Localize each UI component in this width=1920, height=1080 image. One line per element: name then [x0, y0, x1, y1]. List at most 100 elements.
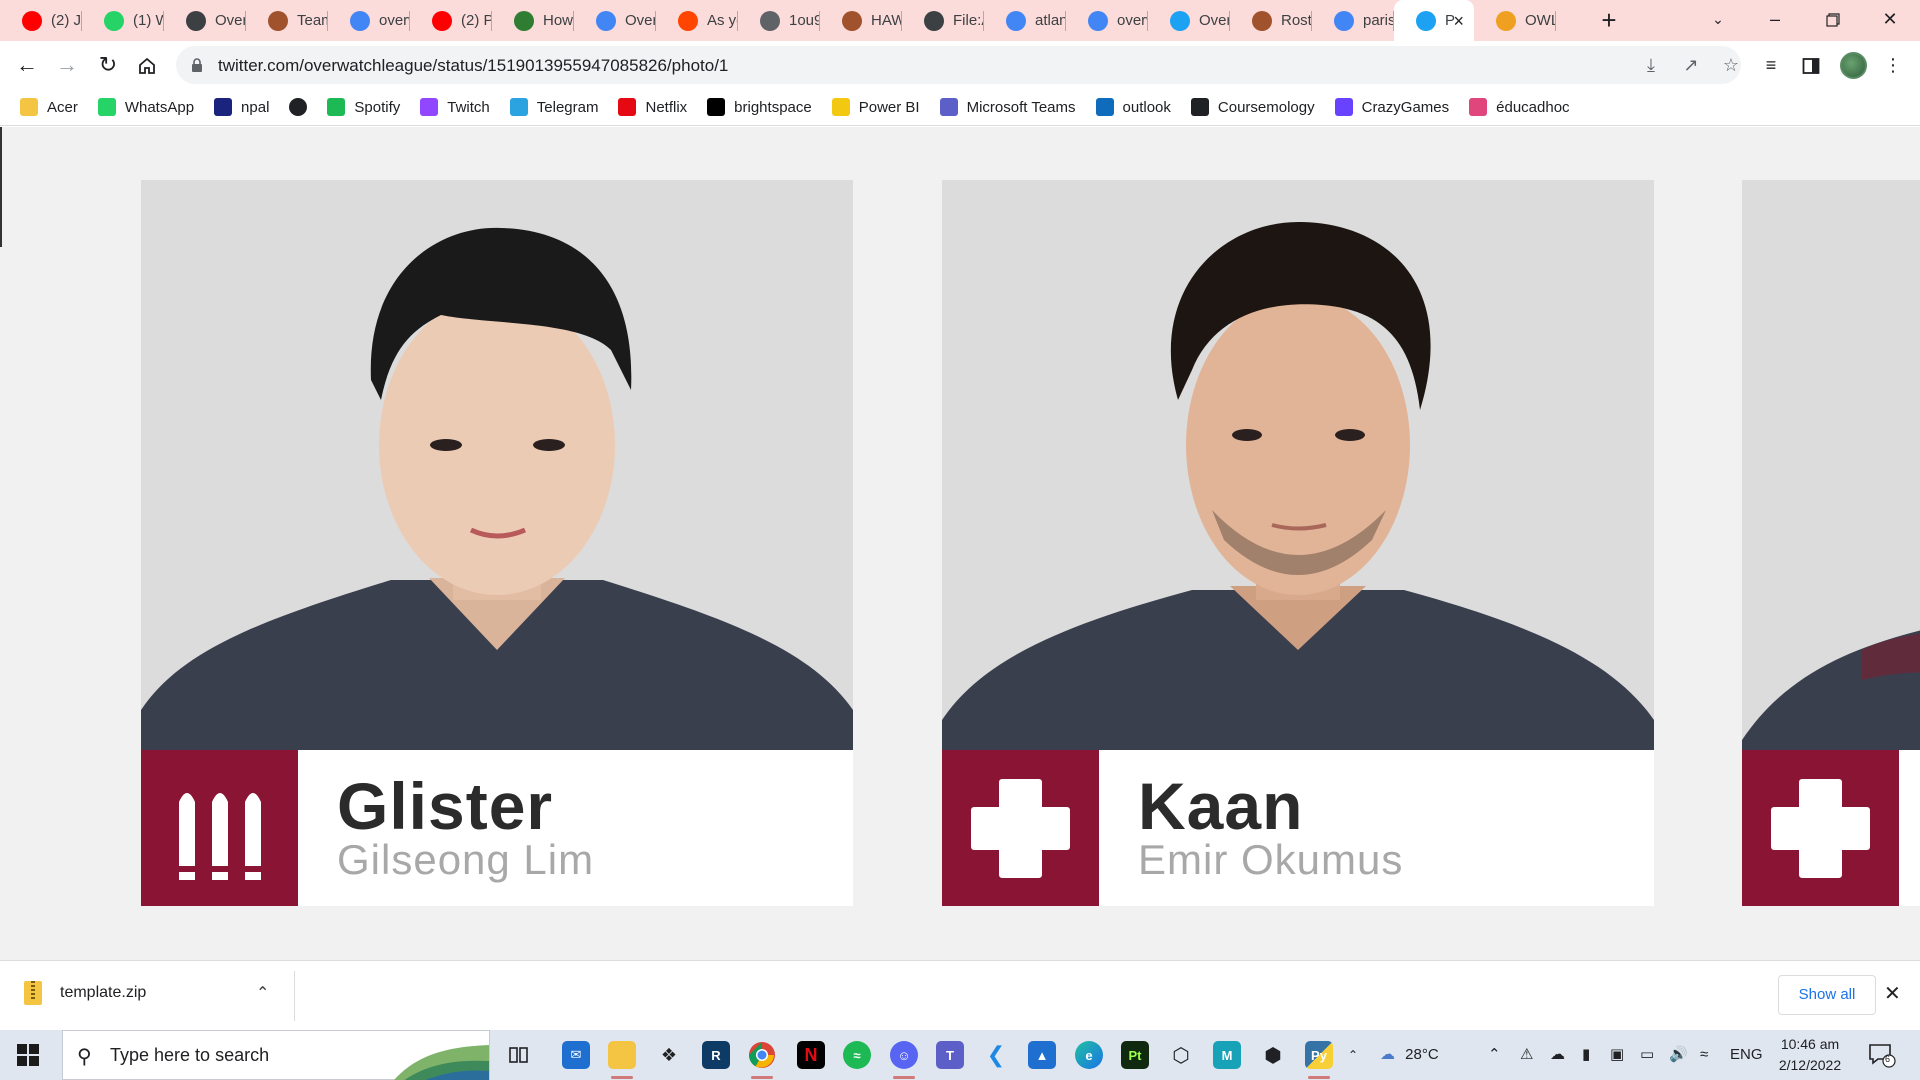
home-button[interactable]	[131, 49, 163, 81]
close-window-button[interactable]: ✕	[1860, 0, 1920, 41]
edge-icon[interactable]: e	[1072, 1039, 1106, 1071]
browser-tab[interactable]: File:A	[902, 0, 984, 41]
weather-widget[interactable]: ☁ 28°C	[1380, 1030, 1439, 1080]
language-indicator[interactable]: ENG	[1730, 1030, 1763, 1080]
browser-tab[interactable]: (2) Pl	[410, 0, 492, 41]
download-filename[interactable]: template.zip	[60, 984, 146, 1002]
browser-tab[interactable]: Over	[574, 0, 656, 41]
lock-icon[interactable]	[190, 57, 204, 73]
browser-tab[interactable]: paris	[1312, 0, 1394, 41]
bookmark-item[interactable]: CrazyGames	[1334, 98, 1449, 116]
browser-tab[interactable]: HAW	[820, 0, 902, 41]
reload-button[interactable]: ↻	[92, 49, 124, 81]
teams-icon[interactable]: T	[933, 1039, 967, 1071]
python-icon[interactable]: Py	[1302, 1039, 1336, 1079]
task-view-icon[interactable]	[502, 1039, 536, 1071]
browser-tab[interactable]: 1ou9	[738, 0, 820, 41]
discord-icon[interactable]: ☺	[887, 1039, 921, 1079]
side-panel-icon[interactable]	[1798, 52, 1824, 78]
clock[interactable]: 10:46 am 2/12/2022	[1769, 1034, 1851, 1076]
player-nameplate: Kaan Emir Okumus	[942, 750, 1654, 906]
bookmark-item[interactable]: Netflix	[618, 98, 687, 116]
browser-tab[interactable]: Overwatch	[164, 0, 246, 41]
bookmark-item[interactable]: WhatsApp	[97, 98, 194, 116]
unity-hub-icon[interactable]: ⬢	[1256, 1039, 1290, 1071]
photos-icon[interactable]: ▲	[1025, 1039, 1059, 1071]
file-explorer-icon[interactable]	[605, 1039, 639, 1079]
youtube-icon	[432, 10, 452, 31]
bookmark-item[interactable]: outlook	[1095, 98, 1171, 116]
show-all-button[interactable]: Show all	[1778, 975, 1876, 1015]
bookmark-item[interactable]: éducadhoc	[1469, 98, 1570, 116]
bookmark-item[interactable]: Acer	[20, 98, 78, 116]
player-card: Glister Gilseong Lim	[141, 180, 853, 906]
browser-tab[interactable]: Team	[246, 0, 328, 41]
close-tab-icon[interactable]: ×	[1453, 11, 1464, 32]
share-icon[interactable]: ↗	[1679, 54, 1703, 76]
bookmark-item[interactable]: Power BI	[831, 98, 920, 116]
minimize-button[interactable]: –	[1745, 0, 1805, 41]
dropbox-icon[interactable]: ❖	[652, 1039, 686, 1071]
browser-tab[interactable]: (2) Ja	[0, 0, 82, 41]
volume-icon[interactable]: 🔊	[1669, 1030, 1688, 1080]
taskbar-search[interactable]: ⚲ Type here to search	[62, 1030, 490, 1080]
twitter-icon	[1416, 10, 1436, 31]
close-download-bar-icon[interactable]: ✕	[1884, 981, 1901, 1006]
bookmark-star-icon[interactable]: ☆	[1719, 54, 1743, 76]
reader-app-icon[interactable]: R	[699, 1039, 733, 1071]
bookmark-item[interactable]: Spotify	[327, 98, 400, 116]
download-item[interactable]: template.zip	[24, 981, 146, 1005]
onedrive-icon[interactable]: ☁	[1550, 1030, 1565, 1080]
browser-tab[interactable]: overw	[1066, 0, 1148, 41]
bookmark-item[interactable]: npal	[214, 98, 269, 116]
player-nickname: Kaan	[1138, 769, 1304, 843]
tray-app-icon[interactable]: ⚠	[1520, 1030, 1533, 1080]
browser-tab[interactable]: atlan	[984, 0, 1066, 41]
maya-icon[interactable]: M	[1210, 1039, 1244, 1071]
twitter-icon	[1170, 10, 1190, 31]
browser-tab[interactable]: Over	[1148, 0, 1230, 41]
netflix-icon[interactable]: N	[794, 1039, 828, 1071]
bookmark-item[interactable]: Telegram	[509, 98, 598, 116]
wifi-icon[interactable]: ≈	[1700, 1030, 1708, 1080]
bookmark-item[interactable]: brightspace	[707, 98, 812, 116]
reading-list-icon[interactable]: ≡	[1758, 52, 1784, 78]
browser-tab[interactable]: (1) W	[82, 0, 164, 41]
battery-icon[interactable]: ▭	[1640, 1030, 1654, 1080]
pt-app-icon[interactable]: Pt	[1118, 1039, 1152, 1071]
bookmark-item[interactable]: Coursemology	[1190, 98, 1315, 116]
restore-button[interactable]	[1803, 0, 1863, 41]
address-bar[interactable]: twitter.com/overwatchleague/status/15190…	[176, 46, 1741, 84]
notification-center-icon[interactable]: 6	[1868, 1042, 1896, 1068]
unity-icon[interactable]: ⬡	[1164, 1039, 1198, 1071]
bookmark-item[interactable]	[289, 98, 308, 116]
bookmark-label: npal	[241, 98, 270, 116]
windows-start-button[interactable]	[17, 1044, 39, 1066]
tray-device-icon[interactable]: ▮	[1582, 1030, 1590, 1080]
bookmark-item[interactable]: Twitch	[420, 98, 490, 116]
install-app-icon[interactable]: ⤓	[1639, 54, 1663, 76]
profile-avatar[interactable]	[1840, 52, 1867, 79]
browser-tab[interactable]: P ×	[1394, 0, 1474, 41]
browser-tab[interactable]: OWL	[1474, 0, 1556, 41]
tab-search-icon[interactable]: ⌄	[1688, 0, 1748, 41]
browser-tab[interactable]: Roste	[1230, 0, 1312, 41]
new-tab-button[interactable]: +	[1593, 6, 1625, 36]
back-button[interactable]: ←	[11, 49, 43, 81]
chevron-up-icon[interactable]: ⌃	[256, 983, 269, 1003]
spotify-icon[interactable]: ≈	[840, 1039, 874, 1071]
vscode-icon[interactable]: ❮	[979, 1039, 1013, 1071]
bookmark-item[interactable]: Microsoft Teams	[939, 98, 1076, 116]
browser-tab[interactable]: As yo	[656, 0, 738, 41]
forward-button[interactable]: →	[51, 49, 83, 81]
tray-security-icon[interactable]: ▣	[1610, 1030, 1624, 1080]
browser-tab[interactable]: How	[492, 0, 574, 41]
browser-tab[interactable]: overwatch	[328, 0, 410, 41]
chrome-icon[interactable]	[745, 1039, 779, 1079]
tray-overflow-icon[interactable]: ⌃	[1348, 1030, 1358, 1080]
mail-icon[interactable]: ✉	[559, 1039, 593, 1071]
show-hidden-icons[interactable]: ⌃	[1488, 1030, 1501, 1080]
url-text[interactable]: twitter.com/overwatchleague/status/15190…	[218, 56, 728, 76]
taskbar-search-placeholder[interactable]: Type here to search	[110, 1045, 269, 1066]
menu-kebab-icon[interactable]: ⋮	[1880, 52, 1906, 78]
